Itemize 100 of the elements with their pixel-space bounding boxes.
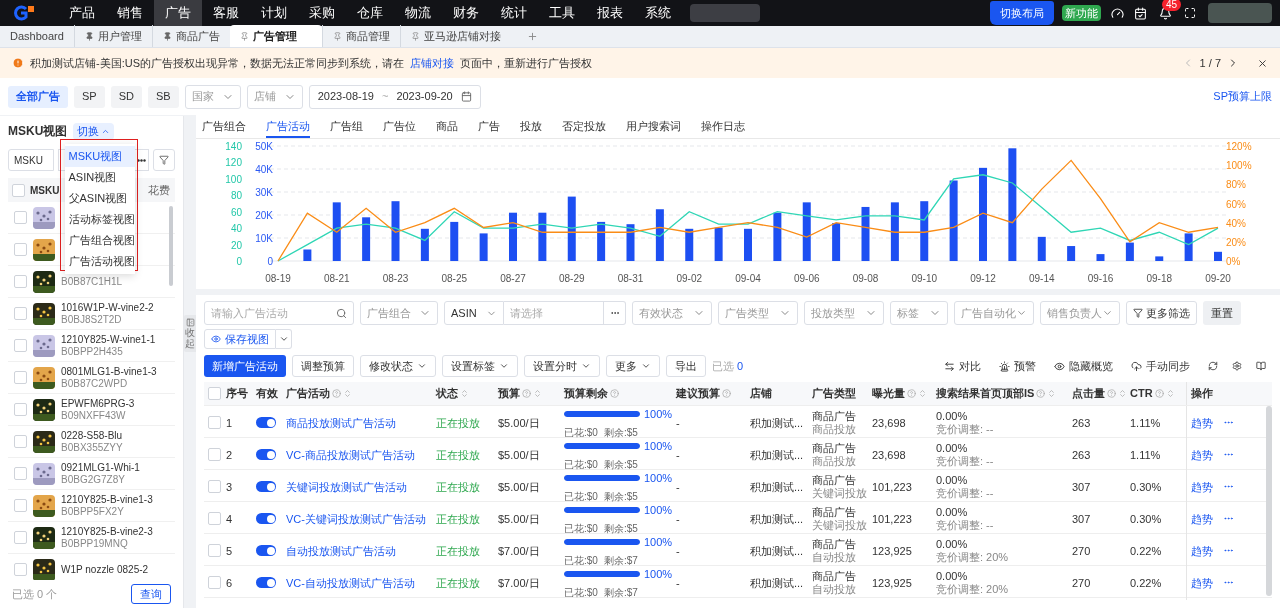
menu-item[interactable]: 广告组合视图 [64,229,135,251]
fullscreen-icon[interactable] [1184,7,1196,19]
campaign-link[interactable]: VC-关键词投放测试广告活动 [286,510,436,527]
checkbox[interactable] [14,371,27,384]
toolbar-link[interactable]: 预警 [999,357,1036,375]
toggle-switch[interactable] [256,481,276,493]
campaign-link[interactable]: 自动投放测试广告活动 [286,542,436,559]
switch-layout-button[interactable]: 切换布局 [990,1,1054,25]
refresh-icon[interactable] [1208,361,1218,371]
checkbox[interactable] [14,307,27,320]
toggle-switch[interactable] [256,545,276,557]
sub-tab[interactable]: 投放 [520,116,542,138]
settings-icon[interactable] [1232,361,1242,371]
nav-item[interactable]: 系统 [634,0,682,26]
campaign-link[interactable]: VC-自动投放测试广告活动 [286,574,436,591]
trend-link[interactable]: 趋势 [1191,542,1213,559]
close-icon[interactable] [1257,57,1268,69]
nav-item[interactable]: 产品 [58,0,106,26]
menu-item[interactable]: 父ASIN视图 [64,187,135,209]
calendar-icon[interactable] [1134,6,1147,20]
sub-tab[interactable]: 广告组 [330,116,363,138]
sub-tab[interactable]: 用户搜索词 [626,116,681,138]
date-range-field[interactable]: 2023-08-19 ~ 2023-09-20 [308,84,481,109]
trend-link[interactable]: 趋势 [1191,414,1213,431]
nav-item[interactable]: 销售 [106,0,154,26]
sub-tab[interactable]: 广告 [478,116,500,138]
menu-item[interactable]: ASIN视图 [64,166,135,188]
sort-icon[interactable] [533,389,542,398]
sort-icon[interactable] [1118,389,1127,398]
checkbox[interactable] [208,480,221,494]
more-filters-button[interactable]: 更多筛选 [1126,301,1197,325]
collapse-handle[interactable]: 收起 [184,315,196,352]
pin-icon[interactable] [84,31,94,41]
page-tab[interactable]: 广告管理 [229,25,322,47]
page-tab[interactable]: 商品广告 [151,25,230,47]
trend-link[interactable]: 趋势 [1191,446,1213,463]
toolbar-button[interactable]: 设置分时 [524,355,600,377]
checkbox[interactable] [14,403,27,416]
nav-item[interactable]: 计划 [250,0,298,26]
bell-icon[interactable] [1159,6,1172,20]
nav-item[interactable]: 仓库 [346,0,394,26]
sub-tab[interactable]: 广告组合 [202,116,246,138]
checkbox[interactable] [12,183,25,197]
sub-tab[interactable]: 商品 [436,116,458,138]
asin-select[interactable]: ASIN [444,301,504,325]
save-view-button[interactable]: 保存视图 [204,329,276,349]
checkbox[interactable] [14,275,27,288]
sub-tab[interactable]: 否定投放 [562,116,606,138]
menu-item[interactable]: 活动标签视图 [64,208,135,230]
checkbox[interactable] [14,435,27,448]
checkbox[interactable] [208,512,221,526]
checkbox[interactable] [208,576,221,590]
toolbar-link[interactable]: 手动同步 [1131,357,1190,375]
trend-link[interactable]: 趋势 [1191,574,1213,591]
field-select[interactable]: MSKU [8,149,54,171]
page-tab[interactable]: 亚马逊店铺对接 [399,25,511,47]
checkbox[interactable] [14,243,27,256]
checkbox[interactable] [14,563,27,576]
trend-link[interactable]: 趋势 [1191,510,1213,527]
more-icon[interactable] [137,158,146,162]
nav-item[interactable]: 统计 [490,0,538,26]
budget-limit-link[interactable]: SP预算上限 [1213,88,1272,105]
toolbar-button[interactable]: 设置标签 [442,355,518,377]
toggle-switch[interactable] [256,513,276,525]
nav-item[interactable]: 报表 [586,0,634,26]
nav-item[interactable]: 客服 [202,0,250,26]
book-icon[interactable] [1256,361,1266,371]
toggle-switch[interactable] [256,417,276,429]
page-tab[interactable]: 用户管理 [73,25,152,47]
nav-item[interactable]: 采购 [298,0,346,26]
toolbar-button[interactable]: 导出 [666,355,706,377]
pin-icon[interactable] [239,31,249,41]
sub-tab[interactable]: 操作日志 [701,116,745,138]
toolbar-button[interactable]: 调整预算 [292,355,354,377]
checkbox[interactable] [14,531,27,544]
sort-icon[interactable] [1165,389,1175,398]
ad-type-button[interactable]: SB [147,85,179,108]
gauge-icon[interactable] [1111,6,1124,20]
campaign-link[interactable]: VC-商品投放测试广告活动 [286,446,436,463]
checkbox[interactable] [14,499,27,512]
more-button[interactable] [604,301,626,325]
ad-type-button[interactable]: SD [110,85,142,108]
toggle-switch[interactable] [256,449,276,461]
checkbox[interactable] [208,544,221,558]
sort-icon[interactable] [343,389,352,398]
pin-icon[interactable] [162,31,172,41]
add-tab-icon[interactable] [526,31,538,42]
nav-item[interactable]: 财务 [442,0,490,26]
sort-icon[interactable] [460,389,469,398]
menu-item[interactable]: MSKU视图 [64,145,135,167]
reset-button[interactable]: 重置 [1203,301,1241,325]
trend-link[interactable]: 趋势 [1191,478,1213,495]
checkbox[interactable] [208,387,221,400]
sort-icon[interactable] [1047,389,1057,398]
campaign-link[interactable]: 关键词投放测试广告活动 [286,478,436,495]
query-button[interactable]: 查询 [131,584,171,604]
menu-item[interactable]: 广告活动视图 [64,250,135,272]
store-link[interactable]: 店铺对接 [410,54,454,72]
checkbox[interactable] [14,339,27,352]
toolbar-link[interactable]: 对比 [944,357,981,375]
